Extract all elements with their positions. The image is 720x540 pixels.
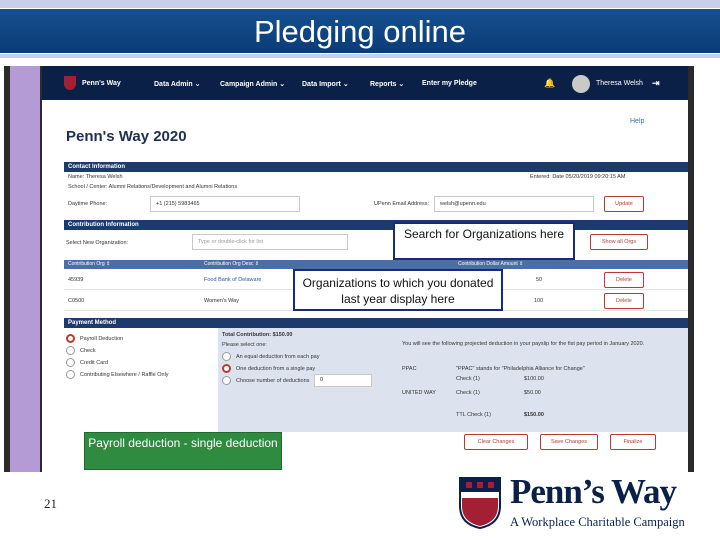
nav-enter-pledge[interactable]: Enter my Pledge xyxy=(422,80,477,87)
email-label: UPenn Email Address: xyxy=(374,201,430,207)
line-name: PPAC xyxy=(402,366,417,372)
org-search-input[interactable]: Type or double-click for list xyxy=(192,234,348,250)
phone-label: Daytime Phone: xyxy=(68,201,108,207)
contact-school: School / Center: Alumni Relations/Develo… xyxy=(68,184,238,190)
method-payroll[interactable]: Payroll Deduction xyxy=(80,336,123,342)
select-org-label: Select New Organization: xyxy=(66,240,129,246)
penn-shield-icon xyxy=(64,76,76,90)
line-amount: $100.00 xyxy=(524,376,544,382)
nav-reports[interactable]: Reports ⌄ xyxy=(370,80,404,88)
save-changes-button[interactable]: Save Changes xyxy=(540,434,598,450)
option-number[interactable]: Choose number of deductions xyxy=(236,378,309,384)
page-title: Penn's Way 2020 xyxy=(66,128,187,145)
clear-changes-button[interactable]: Clear Changes xyxy=(464,434,528,450)
col-desc[interactable]: Contribution Org Desc ⇕ xyxy=(204,260,259,269)
update-button[interactable]: Update xyxy=(604,196,644,212)
method-credit[interactable]: Credit Card xyxy=(80,360,108,366)
number-radio[interactable] xyxy=(222,376,231,385)
line-type: TTL Check (1) xyxy=(456,412,491,418)
option-equal[interactable]: An equal deduction from each pay xyxy=(236,354,319,360)
finalize-button[interactable]: Finalize xyxy=(610,434,656,450)
line-type: Check (1) xyxy=(456,376,480,382)
line-type: Check (1) xyxy=(456,390,480,396)
delete-button[interactable]: Delete xyxy=(604,293,644,309)
elsewhere-radio[interactable] xyxy=(66,370,75,379)
payroll-callout: Payroll deduction - single deduction xyxy=(84,432,282,470)
row-org: 45939 xyxy=(68,277,84,283)
contact-name: Name: Theresa Welsh xyxy=(68,174,123,180)
nav-data-import[interactable]: Data Import ⌄ xyxy=(302,80,349,88)
row-desc[interactable]: Women's Way xyxy=(204,298,239,304)
logo-tagline: A Workplace Charitable Campaign xyxy=(510,515,685,529)
select-one-label: Please select one: xyxy=(222,342,267,348)
title-top-stripe xyxy=(0,0,720,8)
credit-radio[interactable] xyxy=(66,358,75,367)
avatar[interactable] xyxy=(572,75,590,93)
nav-data-admin[interactable]: Data Admin ⌄ xyxy=(154,80,200,88)
deductions-input[interactable]: 0 xyxy=(314,374,372,387)
row-org: C0500 xyxy=(68,298,85,304)
payment-header: Payment Method xyxy=(64,318,688,328)
contact-header: Contact Information xyxy=(64,162,688,172)
search-callout: Search for Organizations here xyxy=(393,222,575,260)
option-single[interactable]: One deduction from a single pay xyxy=(236,366,315,372)
background-window-strip xyxy=(10,66,40,472)
show-all-orgs-button[interactable]: Show all Orgs xyxy=(590,234,648,250)
nav-brand[interactable]: Penn's Way xyxy=(82,80,121,87)
contribution-table-header: Contribution Org ⇕ Contribution Org Desc… xyxy=(64,260,688,269)
payment-method-panel: Payroll Deduction Check Credit Card Cont… xyxy=(64,328,214,428)
bell-icon[interactable]: 🔔 xyxy=(544,78,555,89)
logout-icon[interactable]: ⇥ xyxy=(652,78,660,89)
method-check[interactable]: Check xyxy=(80,348,96,354)
deduction-info: You will see the following projected ded… xyxy=(402,341,645,347)
line-desc: "PPAC" stands for "Philadelphia Alliance… xyxy=(456,366,585,372)
total-contribution: Total Contribution: $150.00 xyxy=(222,332,293,338)
phone-field[interactable]: +1 (215) 5983465 xyxy=(150,196,300,212)
line-amount: $50.00 xyxy=(524,390,541,396)
title-bottom-stripe xyxy=(0,54,720,58)
penn-shield-logo-icon xyxy=(459,477,501,530)
single-radio[interactable] xyxy=(222,364,231,373)
email-field[interactable]: welsh@upenn.edu xyxy=(434,196,594,212)
page-number: 21 xyxy=(44,496,57,511)
col-org[interactable]: Contribution Org ⇕ xyxy=(68,260,110,269)
deduction-panel: Total Contribution: $150.00 Please selec… xyxy=(218,328,688,432)
line-name: UNITED WAY xyxy=(402,390,436,396)
logo-wordmark: Penn’s Way xyxy=(510,472,677,511)
nav-campaign-admin[interactable]: Campaign Admin ⌄ xyxy=(220,80,285,88)
entered-date: Entered: Date 05/20/2019 09:20:15 AM xyxy=(530,174,626,180)
check-radio[interactable] xyxy=(66,346,75,355)
col-amount[interactable]: Contribution Dollar Amount ⇕ xyxy=(458,260,523,269)
top-nav: Penn's Way Data Admin ⌄ Campaign Admin ⌄… xyxy=(42,66,688,100)
delete-button[interactable]: Delete xyxy=(604,272,644,288)
row-desc[interactable]: Food Bank of Delaware xyxy=(204,277,261,283)
row-amount[interactable]: 50 xyxy=(536,277,542,283)
equal-radio[interactable] xyxy=(222,352,231,361)
method-elsewhere[interactable]: Contributing Elsewhere / Raffle Only xyxy=(80,372,169,378)
orgs-callout: Organizations to which you donated last … xyxy=(293,269,503,311)
nav-user-name[interactable]: Theresa Welsh xyxy=(596,80,643,87)
contribution-header: Contribution Information xyxy=(64,220,688,230)
payroll-radio[interactable] xyxy=(66,334,75,343)
row-amount[interactable]: 100 xyxy=(534,298,543,304)
slide-title: Pledging online xyxy=(253,14,466,49)
line-amount: $150.00 xyxy=(524,412,544,418)
slide-title-band: Pledging online xyxy=(0,0,720,58)
help-link[interactable]: Help xyxy=(630,118,644,125)
